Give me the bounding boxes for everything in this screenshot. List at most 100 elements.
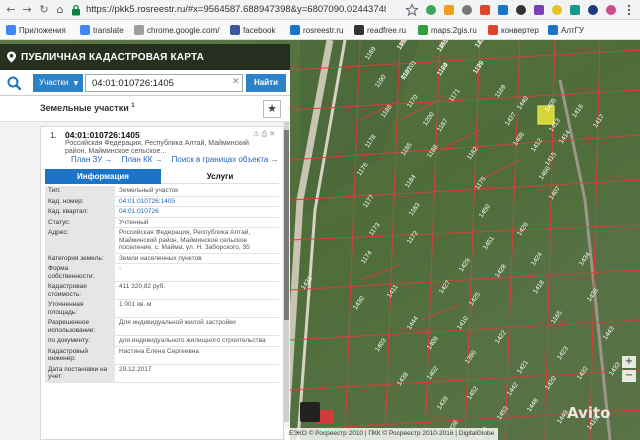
extension-gray-icon[interactable] xyxy=(460,3,474,17)
info-row: Кад. номер: 04:01:010726:1405 xyxy=(45,196,279,207)
extension-dark-icon[interactable] xyxy=(514,3,528,17)
bookmark-rosreestr[interactable]: rosreestr.ru xyxy=(290,24,343,36)
extension-teal-icon[interactable] xyxy=(568,3,582,17)
info-value: Земельный участок xyxy=(119,187,179,194)
extension-purple-icon[interactable] xyxy=(532,3,546,17)
results-count: 1 xyxy=(131,103,135,109)
share-icon[interactable]: ⚠ xyxy=(253,130,259,138)
map-tool-button[interactable] xyxy=(300,402,320,422)
search-bar: Участки ▼ ✕ Найти xyxy=(0,70,290,96)
extension-pink-icon[interactable] xyxy=(604,3,618,17)
converter-icon xyxy=(488,25,498,35)
back-icon[interactable]: ← xyxy=(4,3,18,17)
info-value[interactable]: 04:01:010726:1405 xyxy=(115,197,279,207)
card-links: План ЗУ → План КК → Поиск в границах объ… xyxy=(71,155,279,164)
info-key: Статус: xyxy=(45,217,115,227)
bookmark-translate[interactable]: translate xyxy=(80,24,124,36)
menu-dots-icon[interactable] xyxy=(622,3,636,17)
extension-red-icon[interactable] xyxy=(478,3,492,17)
star-icon[interactable] xyxy=(405,3,419,17)
extension-green-icon[interactable] xyxy=(424,3,438,17)
bookmark-altgu[interactable]: АлтГУ xyxy=(548,24,584,36)
info-row: Категория земель: Земли населенных пункто… xyxy=(45,253,279,264)
search-in-bounds-link[interactable]: Поиск в границах объекта → xyxy=(172,155,279,164)
bookmark-label: АлтГУ xyxy=(561,25,585,35)
plan-zu-link[interactable]: План ЗУ → xyxy=(71,155,113,164)
avito-watermark: Avito xyxy=(567,404,611,422)
facebook-icon xyxy=(230,25,240,35)
cadastral-number[interactable]: 04:01:010726:1405 xyxy=(65,130,140,140)
info-row: по документу: для индивидуального жилищно… xyxy=(45,336,279,347)
pkk-header: ПУБЛИЧНАЯ КАДАСТРОВАЯ КАРТА xyxy=(0,44,290,70)
browser-address-bar: ← → ↻ ⌂ https://pkk5.rosreestr.ru/#x=956… xyxy=(0,0,640,20)
lock-icon xyxy=(72,4,80,16)
pkk-logo-icon xyxy=(7,51,16,63)
forward-icon[interactable]: → xyxy=(20,3,34,17)
info-value: 411 320,82 руб. xyxy=(119,283,166,290)
results-title: Земельные участки 1 xyxy=(40,103,135,113)
info-key: Дата постановки на учет: xyxy=(45,364,115,382)
clear-icon[interactable]: ✕ xyxy=(232,76,240,87)
bookmark-label: chrome.google.com/ xyxy=(147,25,220,35)
bookmark-converter[interactable]: конвертер xyxy=(488,24,539,36)
info-value: - xyxy=(119,265,122,272)
apps-icon xyxy=(6,25,16,35)
info-value: 29.12.2017 xyxy=(119,365,152,373)
object-type-select[interactable]: Участки ▼ xyxy=(33,74,83,92)
info-table: Тип: Земельный участок Кад. номер: 04:01:01… xyxy=(45,186,279,383)
extension-blue-icon[interactable] xyxy=(496,3,510,17)
result-index: 1. xyxy=(50,131,57,140)
url-field[interactable]: https://pkk5.rosreestr.ru/#x=9564587.688… xyxy=(86,4,386,15)
print-icon[interactable]: ⎙ xyxy=(262,130,268,138)
bookmark-chrome-store[interactable]: chrome.google.com/ xyxy=(134,24,219,36)
favorite-star-icon[interactable]: ★ xyxy=(263,100,281,118)
zoom-in-icon[interactable]: + xyxy=(622,356,636,368)
info-value: Учтенный xyxy=(119,218,149,226)
info-key: Форма собственности: xyxy=(45,264,115,281)
info-key: Кад. номер: xyxy=(45,196,115,206)
reload-icon[interactable]: ↻ xyxy=(37,3,51,17)
extension-orange-icon[interactable] xyxy=(442,3,456,17)
info-value: Земли населенных пунктов xyxy=(119,254,202,262)
bookmark-label: Приложения xyxy=(19,25,66,35)
bookmark-readfree[interactable]: readfree.ru xyxy=(354,24,406,36)
info-key: Кадастровый инженер: xyxy=(45,346,115,364)
result-address: Российская Федерация, Республика Алтай, … xyxy=(65,140,249,155)
bookmark-facebook[interactable]: facebook xyxy=(230,24,275,36)
info-row: Тип: Земельный участок xyxy=(45,186,279,197)
results-scrollbar[interactable] xyxy=(284,122,289,422)
info-value[interactable]: 04:01:010726 xyxy=(115,207,279,217)
2gis-icon xyxy=(418,25,428,35)
info-row: Дата постановки на учет: 29.12.2017 xyxy=(45,364,279,383)
chevron-down-icon: ▼ xyxy=(73,80,79,87)
info-key: Адрес: xyxy=(45,228,115,253)
close-icon[interactable]: ✕ xyxy=(269,130,275,138)
tab-services[interactable]: Услуги xyxy=(161,169,279,184)
page-icon xyxy=(134,25,144,35)
info-row: Разрешенное использование: Для индивидуал… xyxy=(45,318,279,336)
extension-navy-icon[interactable] xyxy=(586,3,600,17)
info-row: Кадастровый инженер: Настина Елена Сергее… xyxy=(45,346,279,365)
bookmark-label: readfree.ru xyxy=(367,25,407,35)
zoom-controls: + − xyxy=(622,356,636,396)
results-title-text: Земельные участки xyxy=(40,103,129,113)
find-button[interactable]: Найти xyxy=(246,74,286,92)
info-row: Кадастровая стоимость: 411 320,82 руб. xyxy=(45,282,279,300)
info-value: Для индивидуальной жилой застройки xyxy=(119,319,236,326)
zoom-out-icon[interactable]: − xyxy=(622,370,636,382)
translate-icon xyxy=(80,25,90,35)
extension-yellow-icon[interactable] xyxy=(550,3,564,17)
bookmark-label: конвертер xyxy=(501,25,539,35)
plan-kk-link[interactable]: План КК → xyxy=(122,155,163,164)
bookmark-2gis[interactable]: maps.2gis.ru xyxy=(418,24,477,36)
info-value: для индивидуального жилищного строительс… xyxy=(119,337,266,344)
home-icon[interactable]: ⌂ xyxy=(53,3,67,17)
search-icon[interactable] xyxy=(4,74,26,92)
info-key: Категория земель: xyxy=(45,253,115,263)
info-key: Тип: xyxy=(45,186,115,196)
tab-information[interactable]: Информация xyxy=(45,169,161,184)
rosreestr-icon xyxy=(290,25,300,35)
search-input[interactable] xyxy=(85,74,243,92)
bookmark-apps[interactable]: Приложения xyxy=(6,24,66,36)
scroll-thumb[interactable] xyxy=(284,130,289,320)
